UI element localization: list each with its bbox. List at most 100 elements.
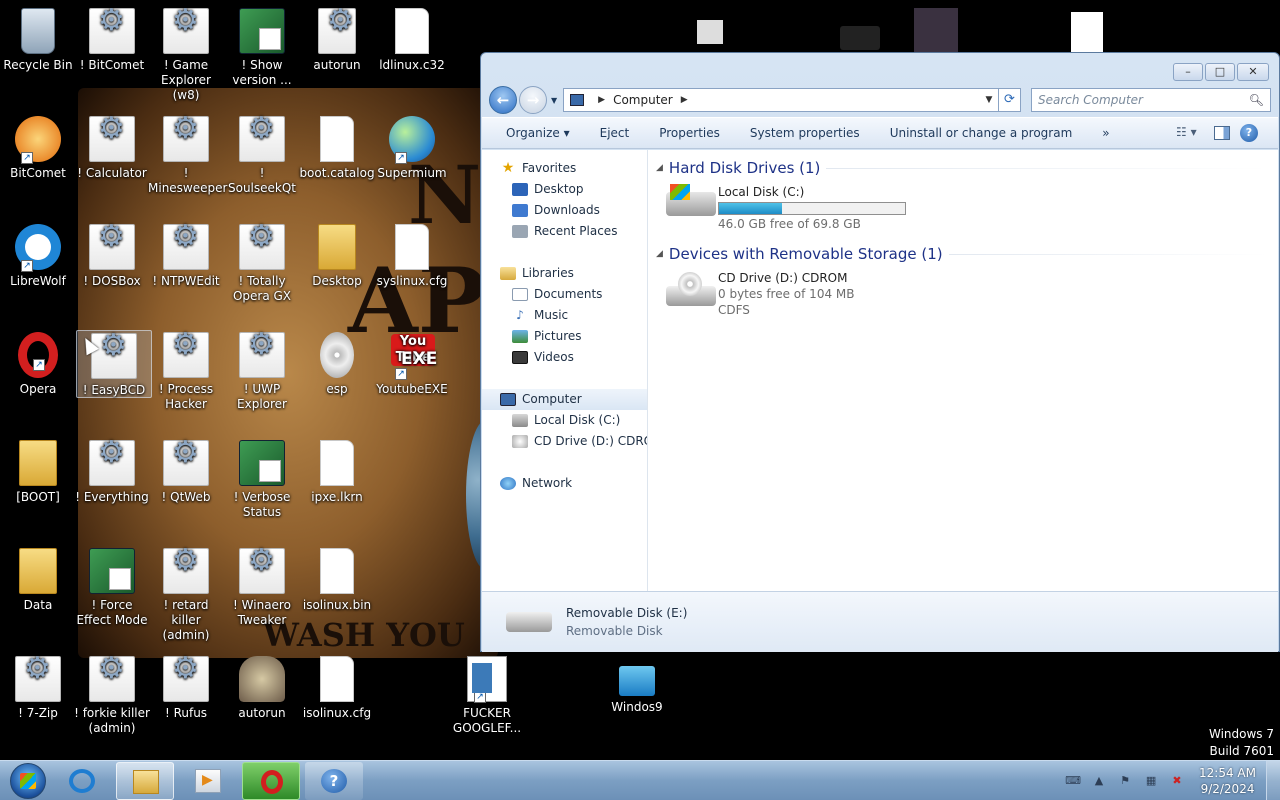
nav-videos[interactable]: Videos bbox=[482, 347, 647, 368]
nav-network[interactable]: Network bbox=[482, 473, 647, 494]
opera-shortcut-icon[interactable]: ↗ Opera bbox=[0, 332, 76, 397]
nav-libraries[interactable]: Libraries bbox=[482, 263, 647, 284]
dosbox-icon[interactable]: ! DOSBox bbox=[74, 224, 150, 289]
collapse-triangle-icon[interactable]: ◢ bbox=[656, 249, 663, 259]
isolinux-bin-file-icon[interactable]: isolinux.bin bbox=[299, 548, 375, 613]
uwp-explorer-icon[interactable]: ! UWP Explorer bbox=[224, 332, 300, 412]
nav-cd-drive[interactable]: CD Drive (D:) CDROM bbox=[482, 431, 647, 452]
minesweeper-icon[interactable]: ! Minesweeper bbox=[148, 116, 227, 196]
change-view-icon[interactable]: ☷ ▾ bbox=[1176, 125, 1204, 141]
eject-button[interactable]: Eject bbox=[585, 117, 645, 149]
network-icon[interactable]: ▦ bbox=[1143, 774, 1159, 788]
qtweb-icon[interactable]: ! QtWeb bbox=[148, 440, 224, 505]
nav-favorites[interactable]: ★ Favorites bbox=[482, 158, 647, 179]
librewolf-shortcut-icon[interactable]: ↗ LibreWolf bbox=[0, 224, 76, 289]
forkie-killer-icon[interactable]: ! forkie killer (admin) bbox=[74, 656, 150, 736]
forward-button[interactable]: → bbox=[519, 86, 547, 114]
recent-pages-dropdown-icon[interactable]: ▼ bbox=[551, 96, 557, 105]
taskbar-media-player[interactable] bbox=[179, 762, 237, 800]
group-header-hdd[interactable]: ◢ Hard Disk Drives (1) bbox=[656, 158, 1268, 178]
drive-cd-d[interactable]: CD Drive (D:) CDROM 0 bytes free of 104 … bbox=[666, 270, 1268, 318]
address-dropdown-icon[interactable]: ▼ bbox=[980, 95, 998, 105]
isolinux-cfg-file-icon[interactable]: isolinux.cfg bbox=[299, 656, 375, 721]
process-hacker-icon[interactable]: ! Process Hacker bbox=[148, 332, 224, 412]
breadcrumb-chevron-icon[interactable]: ▶ bbox=[681, 95, 688, 105]
search-box[interactable]: Search Computer 🔍︎ bbox=[1031, 88, 1271, 112]
calculator-icon[interactable]: ! Calculator bbox=[74, 116, 150, 181]
soulseekqt-icon[interactable]: ! SoulseekQt bbox=[224, 116, 300, 196]
retard-killer-icon[interactable]: ! retard killer (admin) bbox=[148, 548, 224, 643]
help-icon[interactable]: ? bbox=[1240, 124, 1258, 142]
nav-desktop[interactable]: Desktop bbox=[482, 179, 647, 200]
minimize-button[interactable]: – bbox=[1173, 63, 1203, 81]
taskbar-internet-explorer[interactable] bbox=[53, 762, 111, 800]
system-properties-button[interactable]: System properties bbox=[735, 117, 875, 149]
ntpwedit-icon[interactable]: ! NTPWEdit bbox=[148, 224, 224, 289]
esp-disc-icon[interactable]: esp bbox=[299, 332, 375, 397]
start-button[interactable] bbox=[6, 761, 48, 800]
taskbar-opera[interactable] bbox=[242, 761, 300, 800]
data-folder-icon[interactable]: Data bbox=[0, 548, 76, 613]
group-header-removable[interactable]: ◢ Devices with Removable Storage (1) bbox=[656, 244, 1268, 264]
search-icon[interactable]: 🔍︎ bbox=[1249, 93, 1264, 107]
youtubeexe-shortcut-icon[interactable]: You Tube EXE ↗ YoutubeEXE bbox=[374, 332, 450, 397]
keyboard-icon[interactable]: ⌨ bbox=[1065, 774, 1081, 788]
force-effect-mode-icon[interactable]: ! Force Effect Mode bbox=[74, 548, 150, 628]
breadcrumb-computer[interactable]: Computer bbox=[613, 93, 673, 107]
organize-button[interactable]: Organize ▾ bbox=[492, 117, 585, 149]
collapse-triangle-icon[interactable]: ◢ bbox=[656, 163, 663, 173]
ldlinux-file-icon[interactable]: ldlinux.c32 bbox=[374, 8, 450, 73]
back-button[interactable]: ← bbox=[489, 86, 517, 114]
nav-local-disk[interactable]: Local Disk (C:) bbox=[482, 410, 647, 431]
taskbar-windows-explorer[interactable] bbox=[116, 761, 174, 800]
verbose-status-icon[interactable]: ! Verbose Status bbox=[224, 440, 300, 520]
partial-desktop-icon[interactable] bbox=[697, 20, 723, 44]
partial-desktop-icon[interactable] bbox=[1071, 12, 1103, 52]
boot-folder-icon[interactable]: [BOOT] bbox=[0, 440, 76, 505]
totally-opera-gx-icon[interactable]: ! Totally Opera GX bbox=[224, 224, 300, 304]
nav-documents[interactable]: Documents bbox=[482, 284, 647, 305]
nav-downloads[interactable]: Downloads bbox=[482, 200, 647, 221]
autorun-wolf-icon[interactable]: autorun bbox=[224, 656, 300, 721]
game-explorer-icon[interactable]: ! Game Explorer (w8) bbox=[148, 8, 224, 103]
autorun-icon[interactable]: autorun bbox=[299, 8, 375, 73]
rufus-icon[interactable]: ! Rufus bbox=[148, 656, 224, 721]
nav-recent-places[interactable]: Recent Places bbox=[482, 221, 647, 242]
volume-muted-icon[interactable]: ✖ bbox=[1169, 774, 1185, 788]
breadcrumb-chevron-icon[interactable]: ▶ bbox=[598, 95, 605, 105]
uninstall-program-button[interactable]: Uninstall or change a program bbox=[875, 117, 1088, 149]
drive-local-disk-c[interactable]: Local Disk (C:) 46.0 GB free of 69.8 GB bbox=[666, 184, 1268, 232]
nav-pictures[interactable]: Pictures bbox=[482, 326, 647, 347]
properties-button[interactable]: Properties bbox=[644, 117, 735, 149]
bitcomet-cmd-icon[interactable]: ! BitComet bbox=[74, 8, 150, 73]
taskbar-help[interactable]: ? bbox=[305, 761, 363, 800]
action-center-flag-icon[interactable]: ⚑ bbox=[1117, 774, 1133, 788]
more-commands-button[interactable]: » bbox=[1087, 117, 1124, 149]
everything-icon[interactable]: ! Everything bbox=[74, 440, 150, 505]
windos9-icon[interactable]: Windos9 bbox=[599, 656, 675, 715]
preview-pane-icon[interactable] bbox=[1214, 126, 1230, 140]
supermium-shortcut-icon[interactable]: ↗ Supermium bbox=[374, 116, 450, 181]
desktop-folder-icon[interactable]: Desktop bbox=[299, 224, 375, 289]
boot-catalog-file-icon[interactable]: boot.catalog bbox=[299, 116, 375, 181]
maximize-button[interactable]: □ bbox=[1205, 63, 1235, 81]
bitcomet-shortcut-icon[interactable]: ↗ BitComet bbox=[0, 116, 76, 181]
show-version-icon[interactable]: ! Show version ... bbox=[224, 8, 300, 88]
winaero-tweaker-icon[interactable]: ! Winaero Tweaker bbox=[224, 548, 300, 628]
clock[interactable]: 12:54 AM 9/2/2024 bbox=[1199, 765, 1256, 797]
recycle-bin-icon[interactable]: Recycle Bin bbox=[0, 8, 76, 73]
nav-computer[interactable]: Computer bbox=[482, 389, 647, 410]
fucker-googlef-shortcut-icon[interactable]: ↗ FUCKER GOOGLEF... bbox=[449, 656, 525, 736]
address-bar[interactable]: ▶ Computer ▶ ▼ bbox=[563, 88, 999, 112]
show-desktop-button[interactable] bbox=[1266, 760, 1280, 800]
explorer-window[interactable]: – □ ✕ ← → ▼ ▶ Computer ▶ ▼ ⟳ Search Comp… bbox=[480, 52, 1280, 652]
close-button[interactable]: ✕ bbox=[1237, 63, 1269, 81]
partial-desktop-icon[interactable] bbox=[840, 26, 880, 50]
ipxe-file-icon[interactable]: ipxe.lkrn bbox=[299, 440, 375, 505]
7zip-shortcut-icon[interactable]: ! 7-Zip bbox=[0, 656, 76, 721]
refresh-button[interactable]: ⟳ bbox=[999, 88, 1021, 112]
nav-music[interactable]: ♪ Music bbox=[482, 305, 647, 326]
syslinux-cfg-file-icon[interactable]: syslinux.cfg bbox=[374, 224, 450, 289]
partial-desktop-icon[interactable] bbox=[914, 8, 958, 52]
show-hidden-icons-chevron-icon[interactable]: ▲ bbox=[1091, 774, 1107, 788]
